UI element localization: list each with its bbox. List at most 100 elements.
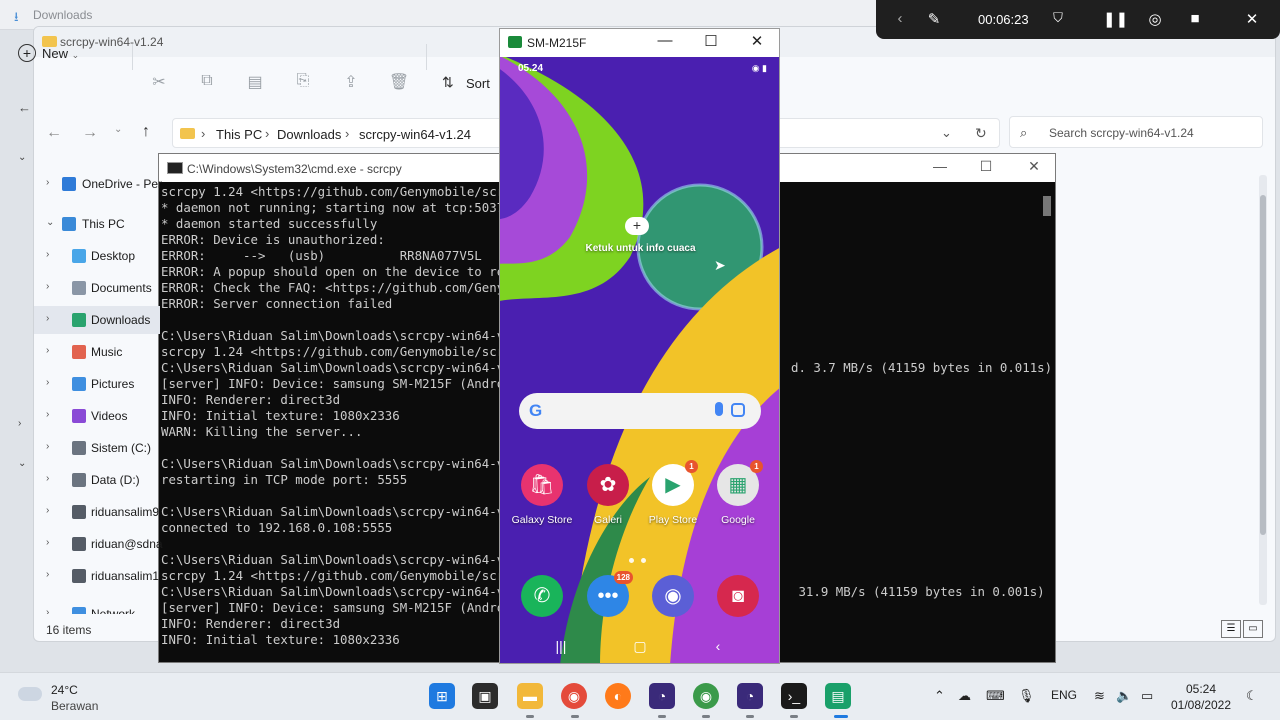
breadcrumb-downloads[interactable]: Downloads [277,127,341,142]
shield-icon[interactable]: ⛉ [1046,10,1070,26]
sidebar-item-riduansalim9[interactable]: › riduansalim9 [34,498,160,526]
chevron-right-icon[interactable]: › [46,313,49,324]
cmd-scrollbar-thumb[interactable] [1043,196,1051,216]
scrollbar-thumb[interactable] [1260,195,1266,535]
close-icon[interactable]: ✕ [1240,10,1264,28]
microphone-icon[interactable] [715,402,723,416]
input-language[interactable]: ENG [1051,688,1077,702]
chrome-icon[interactable]: ◉ [561,683,587,709]
file-explorer-icon[interactable]: ▬ [517,683,543,709]
copy-icon[interactable]: ⧉ [194,72,220,96]
outer-chevron-icon[interactable]: › [18,418,21,429]
chevron-down-icon[interactable]: ⌄ [46,217,54,228]
start-icon[interactable]: ⊞ [429,683,455,709]
tray-chevron-icon[interactable]: ⌃ [934,688,945,704]
app-galaxy-store[interactable]: 🛍 Galaxy Store [509,464,575,526]
chevron-right-icon[interactable]: › [46,249,49,260]
home-icon[interactable]: ▢ [625,638,655,655]
scrcpy-icon[interactable]: ▤ [825,683,851,709]
task-view-icon[interactable]: ▣ [472,683,498,709]
sidebar-item-documents[interactable]: › Documents [34,274,160,302]
sidebar-item-data-d[interactable]: › Data (D:) [34,466,160,494]
delete-icon[interactable]: 🗑 [386,72,412,96]
chevron-right-icon[interactable]: › [46,473,49,484]
cut-icon[interactable]: ✂ [146,72,172,96]
close-button[interactable]: ✕ [1019,158,1049,175]
share-icon[interactable]: ⇪ [338,72,364,96]
sidebar-item-downloads[interactable]: › Downloads [34,306,160,334]
firefox-icon[interactable]: ◐ [605,683,631,709]
system-clock[interactable]: 05:24 01/08/2022 [1170,681,1232,713]
sidebar-item-riduan-sdna[interactable]: › riduan@sdna [34,530,163,558]
breadcrumb-current-folder[interactable]: scrcpy-win64-v1.24 [359,127,471,142]
app-google[interactable]: ▦ 1 Google [705,460,771,526]
collapse-icon[interactable]: ‹ [888,10,912,27]
outer-chevron-icon[interactable]: ⌄ [18,458,26,469]
minimize-button[interactable]: — [925,158,955,174]
stop-icon[interactable]: ■ [1183,10,1207,27]
explorer-scrollbar[interactable] [1259,175,1267,605]
chevron-right-icon[interactable]: › [46,537,49,548]
keyboard-icon[interactable]: ⌨ [986,688,1005,704]
onedrive-icon[interactable]: ☁ [958,688,971,704]
chevron-right-icon[interactable]: › [46,281,49,292]
sidebar-item-music[interactable]: › Music [34,338,160,366]
webcam-icon[interactable]: ◎ [1143,10,1167,28]
outer-chevron-icon[interactable]: ⌄ [18,152,26,163]
battery-icon[interactable]: ▭ [1141,688,1153,704]
sidebar-item-sistem-c[interactable]: › Sistem (C:) [34,434,160,462]
sidebar-item-network[interactable]: › Network [34,600,160,614]
notification-icon[interactable]: ☾ [1246,688,1258,704]
chevron-right-icon[interactable]: › [46,607,49,614]
chevron-right-icon[interactable]: › [46,409,49,420]
chevron-right-icon[interactable]: › [46,569,49,580]
maximize-button[interactable]: ☐ [971,158,1001,175]
app-icon[interactable]: ◔ [649,683,675,709]
app-play-store[interactable]: ▶ 1 Play Store [640,460,706,526]
recents-icon[interactable]: ||| [546,638,576,654]
chevron-right-icon[interactable]: › [46,441,49,452]
google-lens-icon[interactable] [731,403,745,417]
chevron-right-icon[interactable]: › [46,177,49,188]
back-icon[interactable]: ‹ [703,638,733,654]
search-input[interactable]: ⌕ Search scrcpy-win64-v1.24 [1009,116,1263,148]
up-arrow-icon[interactable]: ↑ [142,123,150,141]
dock-internet[interactable]: ◉ [640,575,706,617]
outer-back-icon[interactable]: ← [18,100,31,115]
details-view-icon[interactable]: ☰ [1221,620,1241,638]
volume-icon[interactable]: 🔈 [1116,688,1132,704]
chevron-right-icon[interactable]: › [46,505,49,516]
terminal-icon[interactable]: ›_ [781,683,807,709]
sidebar-item-pictures[interactable]: › Pictures [34,370,160,398]
sidebar-item-onedrive-per[interactable]: › OneDrive - Per [34,170,162,198]
recent-chevron-icon[interactable]: ⌄ [114,124,122,135]
dock-camera[interactable]: ◙ [705,575,771,617]
forward-arrow-icon[interactable]: → [82,124,98,142]
breadcrumb-this-pc[interactable]: This PC [216,127,262,142]
chrome-profile-icon[interactable]: ◉ [693,683,719,709]
new-button[interactable]: + New ⌄ [18,44,79,62]
sidebar-item-videos[interactable]: › Videos [34,402,160,430]
refresh-icon[interactable]: ↻ [975,125,987,142]
chevron-right-icon[interactable]: › [46,345,49,356]
pen-icon[interactable]: ✎ [922,10,946,28]
rename-icon[interactable]: ⎘ [290,72,316,96]
google-search-bar[interactable]: G [519,393,761,429]
sidebar-item-desktop[interactable]: › Desktop [34,242,160,270]
phone-screen[interactable]: 05.24 ◉ ▮ + Ketuk untuk info cuaca ➤ G 🛍… [500,57,779,663]
dock-messages[interactable]: ••• 128 [575,571,641,617]
paste-icon[interactable]: ▤ [242,72,268,96]
maximize-button[interactable]: ☐ [696,32,726,50]
address-dropdown-icon[interactable]: ⌄ [941,125,952,141]
close-button[interactable]: ✕ [742,32,772,50]
app-galeri[interactable]: ✿ Galeri [575,464,641,526]
weather-widget-label[interactable]: Ketuk untuk info cuaca [500,243,779,254]
dock-phone[interactable]: ✆ [509,575,575,617]
sidebar-item-this-pc[interactable]: ⌄ This PC [34,210,160,238]
tiles-view-icon[interactable]: ▭ [1243,620,1263,638]
microphone-icon[interactable]: 🎙 [1018,688,1035,704]
weather-add-icon[interactable]: + [625,217,649,235]
chevron-right-icon[interactable]: › [46,377,49,388]
minimize-button[interactable]: — [650,32,680,49]
pause-icon[interactable]: ❚❚ [1103,10,1128,28]
